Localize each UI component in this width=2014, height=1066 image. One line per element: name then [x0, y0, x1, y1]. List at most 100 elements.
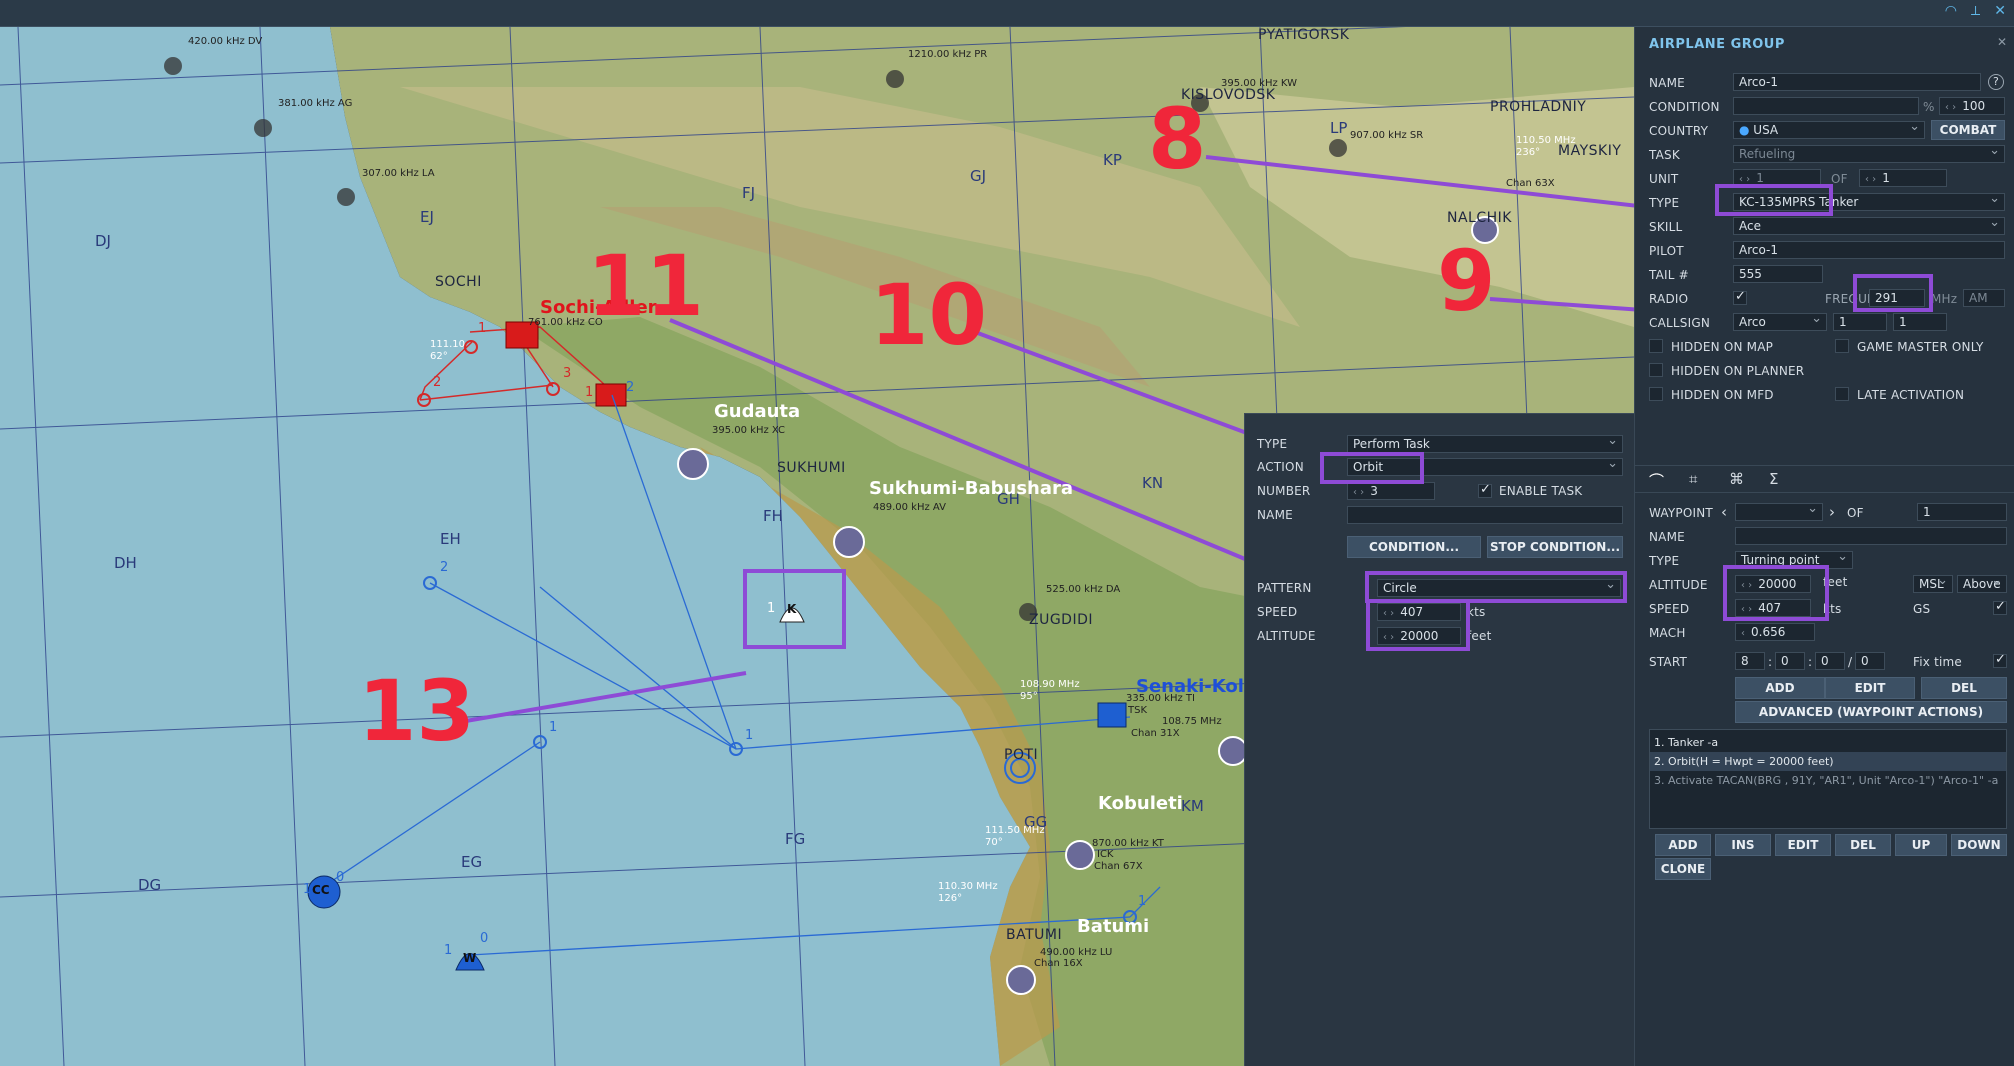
radio-checkbox[interactable]: [1733, 289, 1747, 305]
pin-icon[interactable]: ⟂: [1971, 3, 1980, 19]
group-name-field[interactable]: Arco-1: [1733, 73, 1981, 91]
payload-tab-icon[interactable]: ⌘: [1729, 470, 1744, 488]
wp-name-field[interactable]: [1735, 527, 2007, 545]
action-list-item[interactable]: 1. Tanker -a: [1654, 736, 1718, 749]
callsign-select[interactable]: Arco: [1733, 313, 1827, 331]
tail-label: TAIL #: [1649, 268, 1689, 282]
wp-speed-label: SPEED: [1649, 602, 1690, 616]
unit-cc-marker[interactable]: CC: [312, 883, 330, 897]
annotation-10: 10: [870, 266, 987, 364]
condition-value-field[interactable]: ‹ › 100: [1939, 97, 2005, 115]
combat-button[interactable]: COMBAT: [1931, 120, 2005, 140]
callsign-flight-field[interactable]: 1: [1833, 313, 1887, 331]
action-list-item[interactable]: 2. Orbit(H = Hwpt = 20000 feet): [1654, 755, 1834, 768]
condition-label: CONDITION: [1649, 100, 1720, 114]
grid-label: KM: [1181, 797, 1204, 815]
enable-task-checkbox[interactable]: [1478, 482, 1492, 498]
unit-total-field[interactable]: ‹ › 1: [1859, 169, 1947, 187]
unit-value: 1: [1756, 171, 1764, 185]
close-icon[interactable]: ✕: [1994, 3, 2006, 19]
waypoint-number: 1: [585, 385, 594, 400]
actions-list[interactable]: 1. Tanker -a 2. Orbit(H = Hwpt = 20000 f…: [1649, 729, 2007, 829]
action-delete-button[interactable]: DEL: [1835, 834, 1891, 856]
airfield-sukhumi[interactable]: Sukhumi-Babushara: [869, 478, 1073, 499]
task-name-field[interactable]: [1347, 506, 1623, 524]
skill-select[interactable]: Ace: [1733, 217, 2005, 235]
system-tray: ◠ ⟂ ✕: [1945, 3, 2006, 19]
start-hour-field[interactable]: 0: [1775, 652, 1805, 670]
mach-field[interactable]: ‹ 0.656: [1735, 623, 1815, 641]
spin-arrows-icon[interactable]: ‹ ›: [1865, 174, 1876, 185]
late-activation-checkbox[interactable]: [1835, 387, 1849, 401]
wp-add-button[interactable]: ADD: [1735, 677, 1825, 699]
start-day-field[interactable]: 8: [1735, 652, 1765, 670]
task-type-select[interactable]: Perform Task: [1347, 435, 1623, 453]
sochi-ils-frequency: 111.10: [430, 339, 465, 350]
help-icon[interactable]: ?: [1988, 74, 2004, 90]
group-tab-bar: ⌒ ⌗ ⌘ Σ: [1635, 465, 2014, 493]
gs-checkbox[interactable]: [1993, 599, 2007, 615]
pilot-field[interactable]: Arco-1: [1733, 241, 2005, 259]
unit-w-marker[interactable]: W: [463, 951, 476, 965]
altitude-type-select[interactable]: Above: [1957, 575, 2007, 593]
spin-arrows-icon[interactable]: ‹ ›: [1945, 102, 1956, 113]
hidden-on-map-checkbox[interactable]: [1649, 339, 1663, 353]
waypoint-of-label: OF: [1847, 506, 1864, 520]
action-clone-button[interactable]: CLONE: [1655, 858, 1711, 880]
start-minute-field[interactable]: 0: [1815, 652, 1845, 670]
start-second-field[interactable]: 0: [1855, 652, 1885, 670]
summary-tab-icon[interactable]: Σ: [1769, 470, 1779, 488]
task-number-field[interactable]: ‹ › 3: [1347, 482, 1435, 500]
fix-time-checkbox[interactable]: [1993, 652, 2007, 668]
ndb-label: 395.00 kHz KW: [1221, 78, 1297, 89]
annotation-box-13: [743, 569, 846, 649]
action-up-button[interactable]: UP: [1895, 834, 1947, 856]
wp-edit-button[interactable]: EDIT: [1825, 677, 1915, 699]
action-add-button[interactable]: ADD: [1655, 834, 1711, 856]
airfield-batumi[interactable]: Batumi: [1077, 916, 1149, 937]
condition-button[interactable]: CONDITION...: [1347, 536, 1481, 558]
route-tab-icon[interactable]: ⌒: [1649, 470, 1664, 491]
hidden-on-planner-checkbox[interactable]: [1649, 363, 1663, 377]
stop-condition-button[interactable]: STOP CONDITION...: [1487, 536, 1623, 558]
waypoint-select[interactable]: [1735, 503, 1823, 521]
spin-arrows-icon[interactable]: ‹ ›: [1353, 487, 1364, 498]
ndb-label: 420.00 kHz DV: [188, 36, 263, 47]
game-master-only-checkbox[interactable]: [1835, 339, 1849, 353]
triggers-tab-icon[interactable]: ⌗: [1689, 470, 1698, 488]
spin-arrows-icon[interactable]: ‹: [1741, 628, 1745, 639]
enable-task-label: ENABLE TASK: [1499, 484, 1583, 498]
prev-waypoint-icon[interactable]: ‹: [1721, 503, 1727, 521]
country-select[interactable]: ● USA: [1733, 121, 1925, 139]
sukhumi-ndb-label: 489.00 kHz AV: [873, 502, 946, 513]
airfield-gudauta[interactable]: Gudauta: [714, 401, 800, 422]
waypoint-number: 1: [478, 321, 487, 336]
condition-field[interactable]: [1733, 97, 1919, 115]
ndb-label: 307.00 kHz LA: [362, 168, 435, 179]
grid-label: FJ: [742, 184, 756, 202]
flag-dot-icon: ●: [1739, 123, 1754, 137]
hidden-on-mfd-checkbox[interactable]: [1649, 387, 1663, 401]
task-action-label: ACTION: [1257, 460, 1304, 474]
tail-number-field[interactable]: 555: [1733, 265, 1823, 283]
action-edit-button[interactable]: EDIT: [1775, 834, 1831, 856]
advanced-waypoint-actions-button[interactable]: ADVANCED (WAYPOINT ACTIONS): [1735, 701, 2007, 723]
fix-time-label: Fix time: [1913, 655, 1962, 669]
grid-label: FG: [785, 830, 806, 848]
action-list-item[interactable]: 3. Activate TACAN(BRG , 91Y, "AR1", Unit…: [1654, 774, 1998, 787]
next-waypoint-icon[interactable]: ›: [1829, 503, 1835, 521]
grid-label: DG: [138, 876, 162, 894]
airfield-senaki[interactable]: Senaki-Kolk: [1136, 676, 1256, 697]
unit-label: UNIT: [1649, 172, 1679, 186]
wp-del-button[interactable]: DEL: [1921, 677, 2007, 699]
grid-label: EJ: [420, 208, 434, 226]
airfield-kobuleti[interactable]: Kobuleti: [1098, 793, 1183, 814]
task-select[interactable]: Refueling: [1733, 145, 2005, 163]
modulation-select[interactable]: AM: [1963, 289, 2005, 307]
action-down-button[interactable]: DOWN: [1951, 834, 2007, 856]
callsign-member-field[interactable]: 1: [1893, 313, 1947, 331]
action-insert-button[interactable]: INS: [1715, 834, 1771, 856]
close-icon[interactable]: ✕: [1997, 35, 2007, 49]
altitude-reference-select[interactable]: MSL: [1913, 575, 1953, 593]
annotation-box-speed-altitude: [1366, 599, 1470, 651]
